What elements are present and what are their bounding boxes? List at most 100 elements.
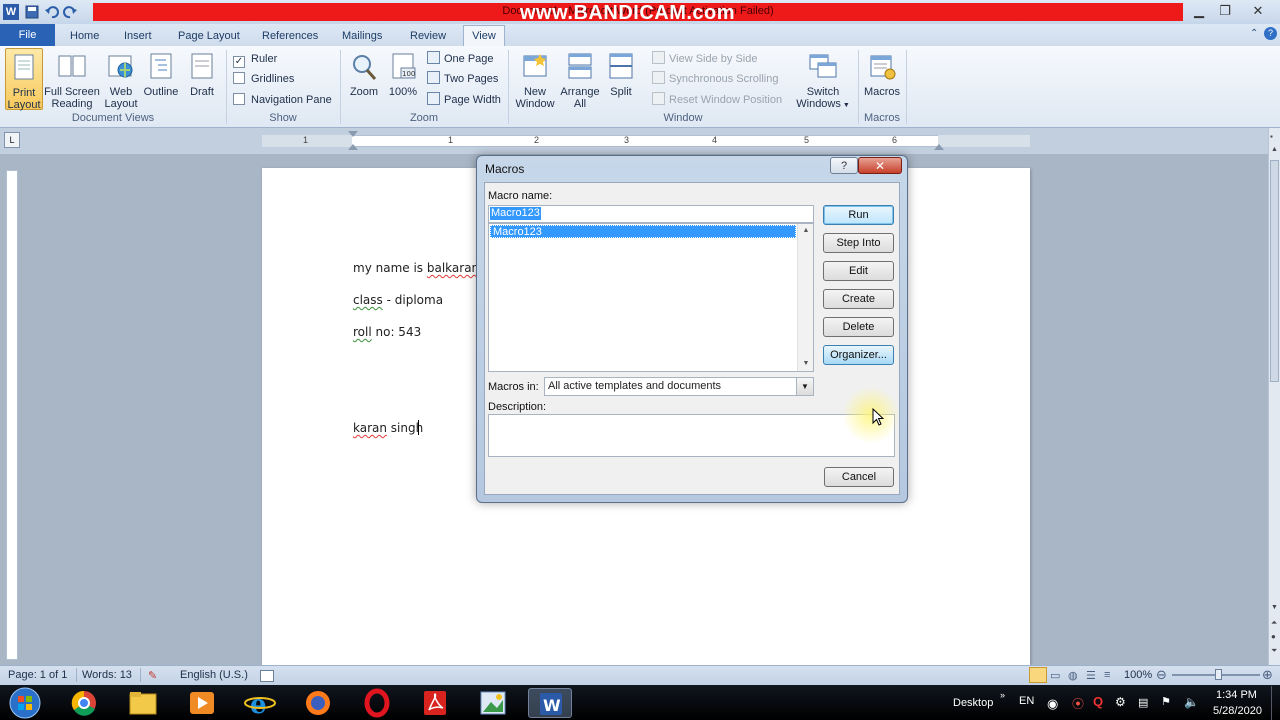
print-layout-view-icon[interactable] <box>1029 667 1047 683</box>
organizer-button[interactable]: Organizer... <box>823 345 894 365</box>
tab-mailings[interactable]: Mailings <box>334 26 390 46</box>
switch-windows-button[interactable]: Switch Windows ▼ <box>794 48 852 112</box>
split-button[interactable]: Split <box>604 48 638 98</box>
print-layout-button[interactable]: Print Layout <box>5 48 43 111</box>
macro-name-value[interactable]: Macro123 <box>490 207 541 220</box>
next-page-icon[interactable]: ⏷ <box>1271 646 1277 656</box>
two-pages-button[interactable]: Two Pages <box>427 70 498 88</box>
create-button[interactable]: Create <box>823 289 894 309</box>
scroll-down-icon[interactable]: ▼ <box>1271 604 1278 611</box>
proofing-icon[interactable]: ✎ <box>148 669 157 682</box>
ruler-checkbox[interactable]: ✓ Ruler <box>233 50 277 68</box>
web-layout-button[interactable]: Web Layout <box>102 48 140 110</box>
tab-insert[interactable]: Insert <box>116 26 160 46</box>
minimize-ribbon-icon[interactable]: ⌃ <box>1250 28 1258 39</box>
maximize-button[interactable]: ❐ <box>1212 2 1238 20</box>
right-indent-marker[interactable] <box>934 144 944 150</box>
macro-list-scrollbar[interactable]: ▲ ▼ <box>797 224 813 371</box>
browse-object-icon[interactable]: ● <box>1271 632 1276 641</box>
close-window-button[interactable]: ✕ <box>1240 2 1276 20</box>
macros-button[interactable]: Macros <box>860 48 904 98</box>
input-language[interactable]: EN <box>1019 695 1034 707</box>
firefox-icon[interactable] <box>296 688 340 718</box>
pdf-reader-icon[interactable] <box>413 688 457 718</box>
gridlines-checkbox[interactable]: Gridlines <box>233 70 294 88</box>
view-ruler-icon[interactable]: ▪ <box>1270 132 1273 141</box>
zoom-100-button[interactable]: 100 100% <box>386 48 420 98</box>
view-side-by-side-button[interactable]: View Side by Side <box>652 50 757 68</box>
navigation-pane-checkbox[interactable]: Navigation Pane <box>233 91 332 109</box>
first-line-indent-marker[interactable] <box>348 131 358 137</box>
tab-references[interactable]: References <box>254 26 326 46</box>
word-count[interactable]: Words: 13 <box>82 669 132 681</box>
language-indicator[interactable]: English (U.S.) <box>180 669 248 681</box>
misspelled-word[interactable]: karan <box>353 421 387 435</box>
zoom-out-icon[interactable]: ⊖ <box>1156 667 1167 683</box>
hanging-indent-marker[interactable] <box>348 144 358 150</box>
network-icon[interactable]: ▤ <box>1138 696 1148 709</box>
full-screen-view-icon[interactable]: ▭ <box>1050 669 1060 682</box>
reset-window-position-button[interactable]: Reset Window Position <box>652 91 782 109</box>
record-icon[interactable]: ◉ <box>1047 696 1058 712</box>
word-taskbar-icon[interactable]: W <box>528 688 572 718</box>
clock-time[interactable]: 1:34 PM <box>1216 689 1257 701</box>
zoom-level[interactable]: 100% <box>1124 669 1152 681</box>
synchronous-scrolling-button[interactable]: Synchronous Scrolling <box>652 70 778 88</box>
desktop-toolbar[interactable]: Desktop <box>953 697 993 709</box>
outline-button[interactable]: Outline <box>141 48 181 98</box>
tab-selector-icon[interactable]: L <box>4 132 20 148</box>
tab-view[interactable]: View <box>463 25 505 46</box>
paint-icon[interactable] <box>471 688 515 718</box>
save-icon[interactable] <box>24 4 40 20</box>
misspelled-word[interactable]: balkaran <box>427 261 479 275</box>
zoom-in-icon[interactable]: ⊕ <box>1262 667 1273 683</box>
previous-page-icon[interactable]: ⏶ <box>1271 618 1277 628</box>
redo-icon[interactable] <box>62 4 78 20</box>
web-layout-view-icon[interactable]: ◍ <box>1068 669 1078 682</box>
page-width-button[interactable]: Page Width <box>427 91 501 109</box>
media-player-icon[interactable] <box>180 688 224 718</box>
outline-view-icon[interactable]: ☰ <box>1086 669 1096 682</box>
step-into-button[interactable]: Step Into <box>823 233 894 253</box>
document-line-2[interactable]: class - diploma <box>353 293 443 307</box>
file-explorer-icon[interactable] <box>121 688 165 718</box>
grammar-flagged-word[interactable]: roll <box>353 325 372 339</box>
cancel-button[interactable]: Cancel <box>824 467 894 487</box>
one-page-button[interactable]: One Page <box>427 50 494 68</box>
volume-icon[interactable]: 🔈 <box>1184 695 1199 709</box>
tab-file[interactable]: File <box>0 24 55 46</box>
tab-home[interactable]: Home <box>62 26 107 46</box>
opera-icon[interactable] <box>355 688 399 718</box>
macro-list[interactable] <box>488 223 814 372</box>
zoom-slider-thumb[interactable] <box>1215 669 1222 680</box>
word-app-icon[interactable]: W <box>3 4 19 20</box>
draft-button[interactable]: Draft <box>184 48 220 98</box>
minimize-button[interactable]: ▁ <box>1186 2 1212 20</box>
document-line-4[interactable]: karan singh <box>353 421 423 435</box>
scrollbar-thumb[interactable] <box>1270 160 1279 382</box>
edit-button[interactable]: Edit <box>823 261 894 281</box>
draft-view-icon[interactable]: ≡ <box>1104 669 1110 681</box>
tab-page-layout[interactable]: Page Layout <box>170 26 248 46</box>
security-icon[interactable]: ⚙ <box>1115 695 1126 709</box>
dialog-close-button[interactable]: ✕ <box>858 157 902 174</box>
tab-review[interactable]: Review <box>402 26 454 46</box>
grammar-flagged-word[interactable]: class <box>353 293 383 307</box>
clock-date[interactable]: 5/28/2020 <box>1213 705 1262 717</box>
internet-explorer-icon[interactable]: e <box>238 688 282 720</box>
document-line-3[interactable]: roll no: 543 <box>353 325 421 339</box>
arrange-all-button[interactable]: Arrange All <box>558 48 602 110</box>
undo-icon[interactable] <box>44 4 60 20</box>
show-desktop-button[interactable] <box>1271 686 1280 720</box>
page-count[interactable]: Page: 1 of 1 <box>8 669 67 681</box>
horizontal-ruler[interactable] <box>262 135 1030 147</box>
run-button[interactable]: Run <box>823 205 894 225</box>
document-line-1[interactable]: my name is balkaran s <box>353 261 489 275</box>
chevron-down-icon[interactable]: ▼ <box>796 378 813 395</box>
start-button[interactable] <box>4 686 46 720</box>
dialog-help-button[interactable]: ? <box>830 157 858 174</box>
chrome-icon[interactable] <box>62 688 106 718</box>
bandicam-tray-icon[interactable]: ⦿ <box>1072 695 1084 712</box>
quick-heal-icon[interactable]: Q <box>1093 694 1103 709</box>
action-center-icon[interactable]: ⚑ <box>1161 695 1171 708</box>
